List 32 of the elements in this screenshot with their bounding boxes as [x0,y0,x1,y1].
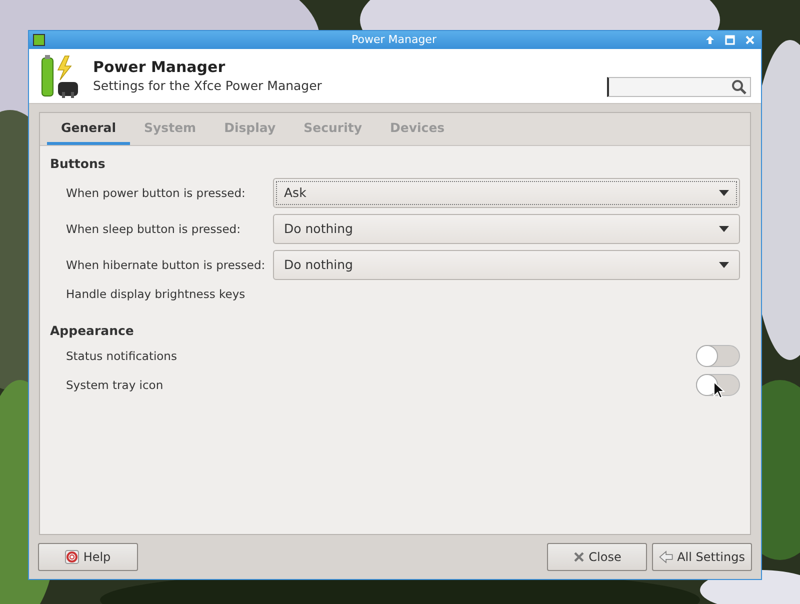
toggle-switch[interactable] [696,374,740,396]
toggle-switch[interactable] [696,345,740,368]
field-label: When hibernate button is pressed: [66,258,266,272]
dropdown[interactable]: Do nothing [273,214,740,244]
option-label: Handle display brightness keys [66,286,246,301]
section-heading: Appearance [50,322,135,338]
window-title: Power Manager [350,33,438,46]
back-arrow-icon [659,549,674,565]
help-button[interactable]: Help [38,543,138,571]
option-label: System tray icon [66,378,164,392]
close-icon [572,551,585,563]
mouse-cursor-icon [713,381,725,399]
dropdown[interactable]: Ask [273,178,740,208]
app-icon [33,34,45,46]
option-label: Status notifications [66,349,178,364]
header-title: Power Manager [93,58,226,76]
search-field[interactable] [607,76,751,97]
caret-icon [719,262,729,268]
caret-icon [719,226,729,232]
field-label: When sleep button is pressed: [66,222,242,236]
header-subtitle: Settings for the Xfce Power Manager [93,78,323,94]
tab[interactable]: General [47,112,130,145]
caret-icon [719,190,729,196]
close-button[interactable]: Close [547,543,647,571]
section-heading: Buttons [50,156,106,171]
field-label: When power button is pressed: [66,186,246,200]
maximize-icon[interactable] [723,32,737,47]
lifebuoy-icon [65,550,80,564]
battery-plug-icon [39,54,81,98]
search-icon [731,78,747,95]
dropdown[interactable]: Do nothing [273,250,740,280]
back-button[interactable]: All Settings [652,543,752,571]
